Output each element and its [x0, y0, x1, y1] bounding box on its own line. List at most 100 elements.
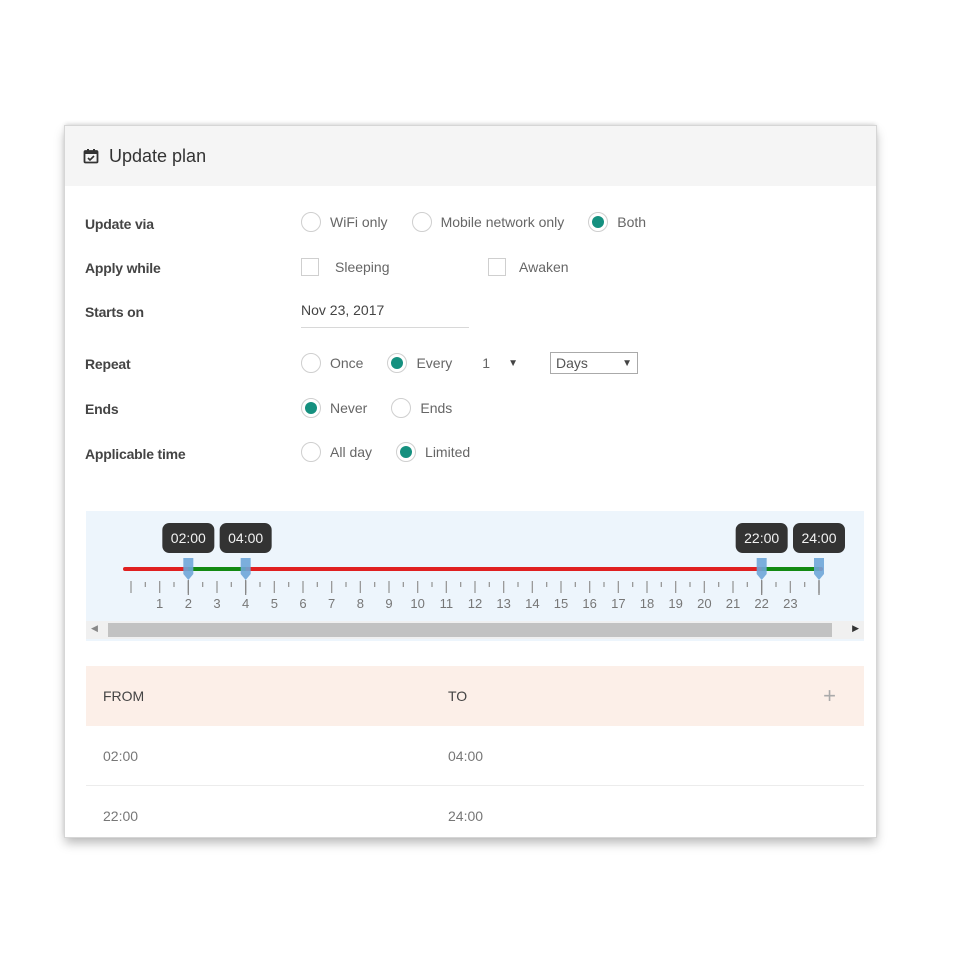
repeat-unit-select[interactable]: Days ▼ [549, 352, 638, 374]
tick-label: 7 [328, 596, 335, 611]
ends-label: Ends [85, 401, 119, 417]
card-header: Update plan [65, 126, 876, 186]
repeat-unit-value: Days [555, 355, 588, 371]
radio-circle[interactable] [301, 442, 321, 462]
checkbox-box[interactable] [301, 258, 319, 276]
tick-label: 16 [582, 596, 596, 611]
scroll-right-arrow-icon[interactable]: ▶ [852, 623, 859, 634]
radio-circle[interactable] [301, 398, 321, 418]
card-title: Update plan [109, 145, 207, 166]
time-tooltip-label: 24:00 [801, 530, 836, 546]
tick-label: 15 [554, 596, 568, 611]
scroll-left-arrow-icon[interactable]: ◀ [91, 623, 98, 634]
repeat-group: Once Every 1 ▼ Days ▼ [301, 352, 638, 374]
tick-label: 13 [496, 596, 510, 611]
slider-handle[interactable] [240, 558, 251, 580]
checkbox-label: Awaken [519, 259, 569, 275]
tick-label: 19 [668, 596, 682, 611]
update-via-label: Update via [85, 216, 154, 232]
cell-from: 22:00 [103, 807, 139, 824]
repeat-interval-value: 1 [482, 355, 491, 371]
radio-label: Both [617, 214, 647, 230]
radio-label: Once [330, 355, 364, 371]
apply-while-group: Sleeping Awaken [301, 258, 569, 276]
radio-circle[interactable] [396, 442, 417, 462]
caret-down-icon: ▼ [622, 357, 632, 369]
repeat-interval-select[interactable]: 1 ▼ [482, 355, 518, 371]
ends-group: Never Ends [301, 398, 452, 418]
radio-limited[interactable]: Limited [396, 442, 470, 462]
tick-label: 2 [185, 596, 192, 611]
radio-never[interactable]: Never [301, 398, 367, 418]
timeline-scrollbar[interactable]: ◀ ▶ [86, 621, 864, 639]
radio-label: Mobile network only [440, 214, 565, 230]
radio-label: Ends [420, 400, 453, 416]
radio-both[interactable]: Both [588, 212, 646, 232]
radio-label: All day [330, 444, 373, 460]
time-ranges-table: FROM TO + 02:00 04:00 22:00 24:00 [86, 666, 864, 837]
radio-circle[interactable] [301, 353, 321, 373]
applicable-time-group: All day Limited [301, 442, 470, 462]
caret-down-icon: ▼ [508, 357, 518, 369]
tick-label: 11 [440, 596, 454, 611]
radio-label: WiFi only [330, 214, 388, 230]
radio-circle[interactable] [588, 212, 609, 232]
update-plan-card: Update plan Update via WiFi only Mobile … [65, 126, 876, 837]
tick-label: 8 [357, 596, 364, 611]
checkbox-box[interactable] [488, 258, 506, 276]
update-via-group: WiFi only Mobile network only Both [301, 212, 646, 232]
radio-label: Never [330, 400, 368, 416]
tick-label: 20 [697, 596, 711, 611]
slider-handle[interactable] [814, 558, 824, 580]
tick-label: 1 [156, 596, 163, 611]
applicable-time-label: Applicable time [85, 446, 186, 462]
cell-from: 02:00 [103, 747, 139, 764]
tick-label: 9 [385, 596, 392, 611]
time-range-slider: 1 2 3 4 5 6 7 8 9 10 11 12 13 14 15 16 17 18 19 20 21 22 23 02:… [86, 511, 864, 641]
checkbox-label: Sleeping [335, 259, 390, 275]
time-tooltip-label: 04:00 [228, 530, 263, 546]
scroll-thumb[interactable] [108, 623, 832, 637]
time-tooltip-label: 02:00 [171, 530, 206, 546]
time-tooltip-label: 22:00 [744, 530, 779, 546]
table-row[interactable]: 02:00 04:00 [86, 726, 864, 786]
radio-wifi-only[interactable]: WiFi only [301, 212, 388, 232]
tick-label: 14 [525, 596, 539, 611]
apply-while-label: Apply while [85, 260, 161, 276]
tick-label: 23 [783, 596, 797, 611]
cell-to: 24:00 [448, 807, 484, 824]
tick-label: 10 [410, 596, 424, 611]
radio-circle[interactable] [391, 398, 412, 418]
radio-every[interactable]: Every [387, 353, 452, 373]
radio-all-day[interactable]: All day [301, 442, 372, 462]
tick-label: 12 [468, 596, 482, 611]
radio-mobile-network-only[interactable]: Mobile network only [411, 212, 565, 232]
cell-to: 04:00 [448, 747, 484, 764]
starts-on-date-input[interactable] [301, 302, 469, 328]
radio-circle[interactable] [411, 212, 432, 232]
timeline-svg: 1 2 3 4 5 6 7 8 9 10 11 12 13 14 15 16 17 18 19 20 21 22 2302:… [123, 523, 845, 611]
table-row[interactable]: 22:00 24:00 [86, 786, 864, 837]
header-from: FROM [103, 688, 145, 704]
slider-handle[interactable] [756, 558, 767, 580]
checkbox-awaken[interactable]: Awaken [488, 258, 569, 276]
table-header: FROM TO + [86, 666, 864, 726]
radio-once[interactable]: Once [301, 353, 363, 373]
tick-label: 17 [611, 596, 625, 611]
tick-label: 21 [726, 596, 740, 611]
tick-label: 5 [271, 596, 278, 611]
add-range-button[interactable]: + [823, 683, 836, 709]
header-to: TO [448, 688, 468, 704]
slider-handle[interactable] [183, 558, 194, 580]
radio-label: Every [416, 355, 453, 371]
tick-label: 22 [754, 596, 768, 611]
radio-circle[interactable] [301, 212, 321, 232]
starts-on-group [301, 302, 469, 328]
calendar-check-icon [83, 149, 99, 164]
radio-circle[interactable] [387, 353, 408, 373]
starts-on-label: Starts on [85, 304, 144, 320]
radio-ends[interactable]: Ends [391, 398, 452, 418]
repeat-label: Repeat [85, 356, 131, 372]
checkbox-sleeping[interactable]: Sleeping [301, 258, 488, 276]
tick-label: 4 [242, 596, 249, 611]
